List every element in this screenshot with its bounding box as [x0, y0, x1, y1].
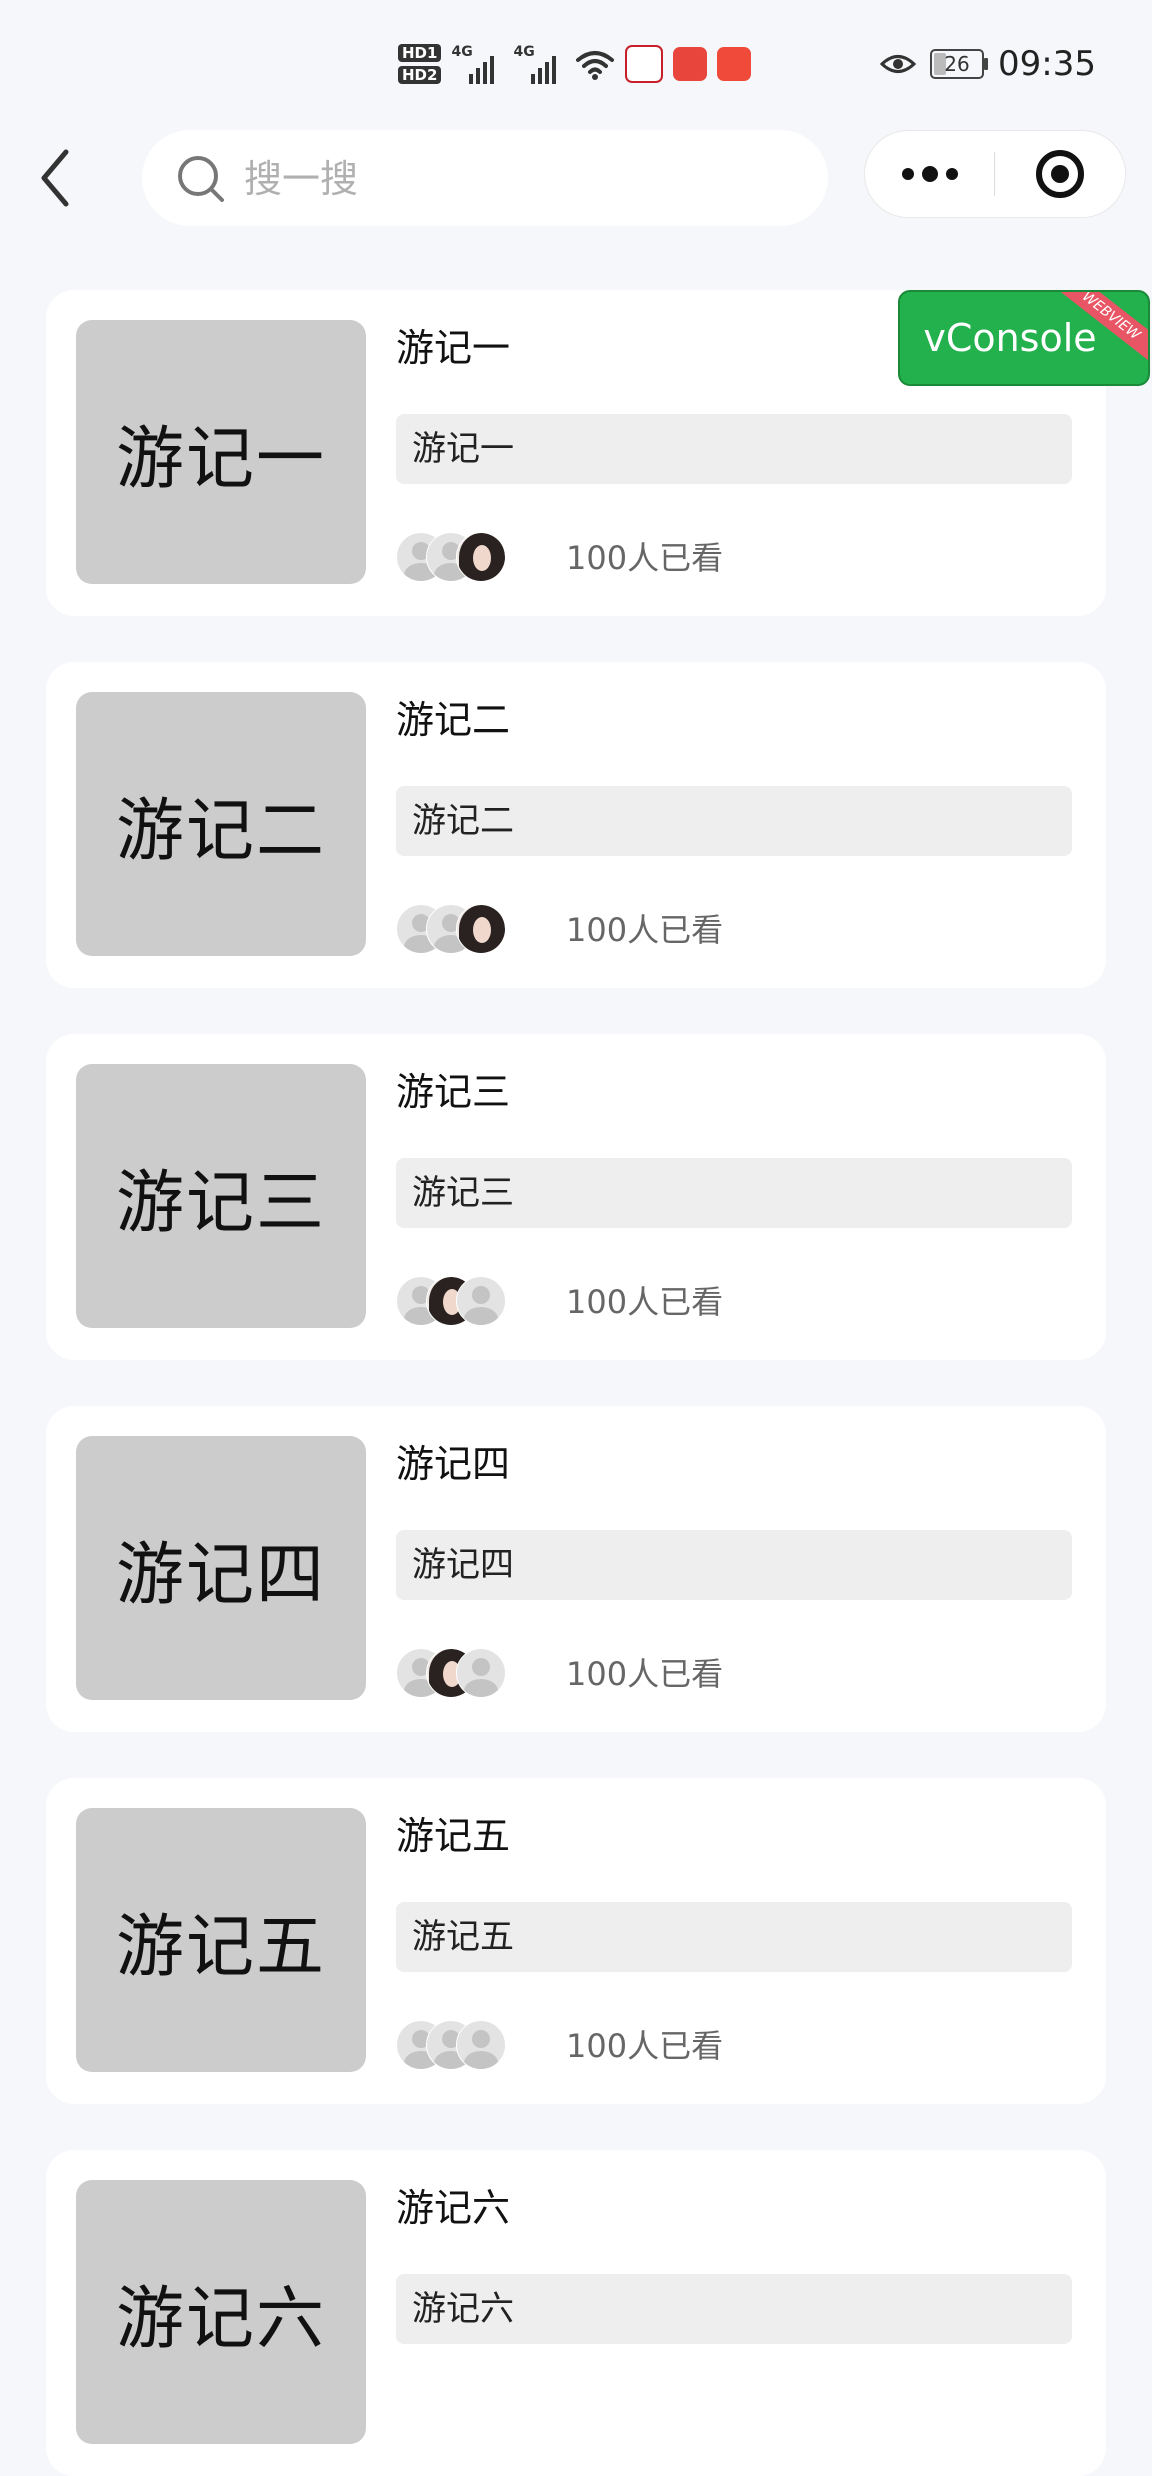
view-count: 100人已看 [566, 911, 724, 949]
card-thumbnail: 游记四 [76, 1436, 366, 1700]
app-notification-icon [717, 47, 752, 81]
signal-icon: 4G [513, 44, 565, 84]
status-bar: HD1 HD2 4G 4G 26 09:35 [0, 0, 1152, 130]
avatar [456, 904, 506, 954]
vconsole-button[interactable]: vConsole WEBVIEW [898, 290, 1150, 386]
view-count: 100人已看 [566, 1655, 724, 1693]
status-right: 26 09:35 [880, 36, 1096, 92]
search-icon [176, 154, 226, 204]
card-description: 游记五 [396, 1902, 1072, 1972]
travel-note-card[interactable]: 游记六 游记六 游记六 [46, 2150, 1106, 2476]
avatar [456, 2020, 506, 2070]
wifi-icon [575, 46, 615, 82]
mini-program-capsule [864, 130, 1126, 218]
viewer-avatars [396, 532, 506, 584]
card-title: 游记二 [396, 698, 511, 742]
card-title: 游记四 [396, 1442, 511, 1486]
battery-level: 26 [944, 52, 970, 76]
card-description: 游记三 [396, 1158, 1072, 1228]
avatar [456, 1648, 506, 1698]
more-button[interactable] [865, 131, 994, 217]
card-thumbnail: 游记六 [76, 2180, 366, 2444]
hd2-label: HD2 [398, 66, 442, 84]
hd1-label: HD1 [398, 44, 442, 62]
card-title: 游记一 [396, 326, 511, 370]
more-dots-icon [902, 166, 958, 182]
hd-indicator: HD1 HD2 [398, 44, 442, 84]
status-left: HD1 HD2 4G 4G [398, 36, 752, 92]
card-description: 游记二 [396, 786, 1072, 856]
card-thumbnail: 游记一 [76, 320, 366, 584]
card-description: 游记一 [396, 414, 1072, 484]
search-bar[interactable] [142, 130, 828, 226]
card-description: 游记六 [396, 2274, 1072, 2344]
back-button[interactable] [36, 146, 76, 210]
travel-note-card[interactable]: 游记五 游记五 游记五 100人已看 [46, 1778, 1106, 2104]
card-thumbnail: 游记三 [76, 1064, 366, 1328]
card-thumbnail: 游记二 [76, 692, 366, 956]
eye-icon [880, 51, 916, 77]
clock: 09:35 [998, 44, 1096, 84]
view-count: 100人已看 [566, 1283, 724, 1321]
card-title: 游记五 [396, 1814, 511, 1858]
travel-note-card[interactable]: 游记二 游记二 游记二 100人已看 [46, 662, 1106, 988]
app-notification-icon [625, 45, 664, 83]
card-title: 游记六 [396, 2186, 511, 2230]
viewer-avatars [396, 904, 506, 956]
viewer-avatars [396, 1648, 506, 1700]
app-notification-icon [673, 47, 708, 81]
signal-icon: 4G [451, 44, 503, 84]
travel-note-card[interactable]: 游记四 游记四 游记四 100人已看 [46, 1406, 1106, 1732]
search-input[interactable] [242, 150, 806, 208]
target-icon [1036, 150, 1084, 198]
chevron-left-icon [41, 149, 69, 207]
card-title: 游记三 [396, 1070, 511, 1114]
avatar [456, 1276, 506, 1326]
view-count: 100人已看 [566, 539, 724, 577]
avatar [456, 532, 506, 582]
viewer-avatars [396, 1276, 506, 1328]
viewer-avatars [396, 2020, 506, 2072]
travel-note-card[interactable]: 游记三 游记三 游记三 100人已看 [46, 1034, 1106, 1360]
close-button[interactable] [995, 131, 1125, 217]
card-description: 游记四 [396, 1530, 1072, 1600]
battery-icon: 26 [930, 49, 988, 79]
view-count: 100人已看 [566, 2027, 724, 2065]
card-thumbnail: 游记五 [76, 1808, 366, 2072]
